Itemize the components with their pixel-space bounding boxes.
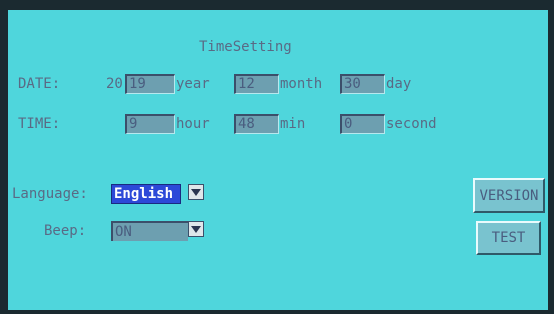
day-field[interactable]: 30 xyxy=(340,74,385,94)
time-setting-screen: TimeSetting DATE: 20 19 year 12 month 30… xyxy=(8,10,548,310)
device-bezel: TimeSetting DATE: 20 19 year 12 month 30… xyxy=(0,0,554,314)
day-unit-label: day xyxy=(386,76,412,92)
test-button[interactable]: TEST xyxy=(476,221,541,255)
second-unit-label: second xyxy=(386,116,437,132)
beep-label: Beep: xyxy=(44,223,87,239)
month-unit-label: month xyxy=(280,76,323,92)
year-field[interactable]: 19 xyxy=(125,74,175,94)
language-dropdown-button[interactable] xyxy=(188,184,204,200)
min-field[interactable]: 48 xyxy=(234,114,279,134)
second-field[interactable]: 0 xyxy=(340,114,385,134)
year-prefix: 20 xyxy=(106,76,123,92)
chevron-down-icon xyxy=(191,188,201,196)
language-label: Language: xyxy=(12,186,88,202)
month-field[interactable]: 12 xyxy=(234,74,279,94)
screen-title: TimeSetting xyxy=(199,39,292,55)
version-button[interactable]: VERSION xyxy=(473,178,545,213)
language-select-value[interactable]: English xyxy=(111,184,181,204)
year-unit-label: year xyxy=(176,76,210,92)
beep-dropdown-button[interactable] xyxy=(188,221,204,237)
hour-unit-label: hour xyxy=(176,116,210,132)
date-label: DATE: xyxy=(18,76,61,92)
chevron-down-icon xyxy=(191,225,201,233)
time-label: TIME: xyxy=(18,116,61,132)
hour-field[interactable]: 9 xyxy=(125,114,175,134)
beep-select-value[interactable]: ON xyxy=(111,221,188,241)
min-unit-label: min xyxy=(280,116,306,132)
